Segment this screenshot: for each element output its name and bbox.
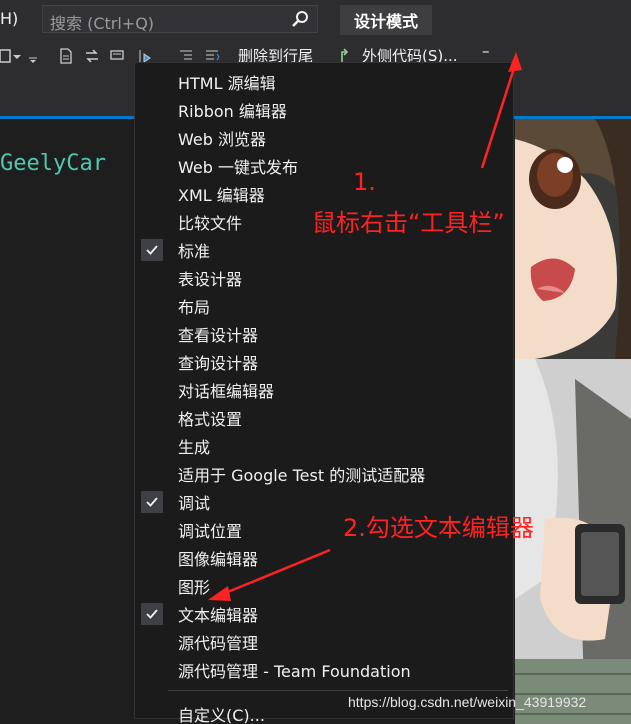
context-menu-item-label: 图像编辑器 xyxy=(178,550,259,569)
context-menu-item[interactable]: 格式设置 xyxy=(135,403,513,431)
context-menu-item-label: 调试 xyxy=(178,494,211,513)
context-menu-item[interactable]: 图形 xyxy=(135,571,513,599)
context-menu-item-label: 标准 xyxy=(178,242,211,261)
checkmark-icon xyxy=(141,239,163,261)
background-illustration xyxy=(515,119,631,724)
context-menu-item[interactable]: 表设计器 xyxy=(135,263,513,291)
annotation-step2-text: 2.勾选文本编辑器 xyxy=(343,514,534,542)
context-menu-item[interactable]: Ribbon 编辑器 xyxy=(135,95,513,123)
comment-icon[interactable] xyxy=(110,48,126,64)
annotation-step1-text: 鼠标右击“工具栏” xyxy=(312,209,505,237)
context-menu-item-label: 布局 xyxy=(178,298,211,317)
context-menu-item[interactable]: 文本编辑器 xyxy=(135,599,513,627)
context-menu-item-label: 文本编辑器 xyxy=(178,606,259,625)
context-menu-item-label: 生成 xyxy=(178,438,211,457)
dropdown-arrow-icon[interactable] xyxy=(12,48,22,64)
design-mode-button[interactable]: 设计模式 xyxy=(340,5,432,35)
menu-help-partial[interactable]: H) xyxy=(0,9,18,28)
context-menu-item[interactable]: 适用于 Google Test 的测试适配器 xyxy=(135,459,513,487)
context-menu-item-label: 图形 xyxy=(178,578,211,597)
context-menu-item[interactable]: 布局 xyxy=(135,291,513,319)
context-menu-item-label: 源代码管理 - Team Foundation xyxy=(178,662,411,681)
context-menu-item-label: 源代码管理 xyxy=(178,634,259,653)
code-line[interactable]: GeelyCar xyxy=(0,151,106,176)
context-menu-item-label: 查询设计器 xyxy=(178,354,259,373)
context-menu-separator xyxy=(168,690,508,691)
context-menu-item-label: HTML 源编辑 xyxy=(178,74,276,93)
context-menu-item[interactable]: Web 浏览器 xyxy=(135,123,513,151)
context-menu-item-label: XML 编辑器 xyxy=(178,186,265,205)
context-menu-item[interactable]: 查询设计器 xyxy=(135,347,513,375)
context-menu-item-label: 比较文件 xyxy=(178,214,243,233)
context-menu-item[interactable]: Web 一键式发布 xyxy=(135,151,513,179)
context-menu-item-label: 对话框编辑器 xyxy=(178,382,275,401)
search-icon[interactable] xyxy=(291,10,309,28)
new-file-icon[interactable] xyxy=(58,48,74,64)
title-bar: H) 搜索 (Ctrl+Q) 设计模式 xyxy=(0,0,631,40)
customize-label: 自定义(C)... xyxy=(178,706,265,724)
context-menu-item[interactable]: 源代码管理 - Team Foundation xyxy=(135,655,513,683)
context-menu-item-label: 调试位置 xyxy=(178,522,243,541)
search-input[interactable]: 搜索 (Ctrl+Q) xyxy=(50,10,154,34)
watermark: https://blog.csdn.net/weixin_43919932 xyxy=(348,694,587,710)
annotation-step1-number: 1. xyxy=(353,168,376,196)
context-menu-item-label: Ribbon 编辑器 xyxy=(178,102,287,121)
context-menu-item[interactable]: 生成 xyxy=(135,431,513,459)
search-box[interactable]: 搜索 (Ctrl+Q) xyxy=(42,5,318,33)
checkmark-icon xyxy=(141,491,163,513)
context-menu-item-label: 适用于 Google Test 的测试适配器 xyxy=(178,466,426,485)
context-menu-item-label: 查看设计器 xyxy=(178,326,259,345)
context-menu-item[interactable]: 对话框编辑器 xyxy=(135,375,513,403)
context-menu-item[interactable]: 源代码管理 xyxy=(135,627,513,655)
context-menu-item-label: Web 浏览器 xyxy=(178,130,266,149)
context-menu-item[interactable]: 标准 xyxy=(135,235,513,263)
context-menu-item-label: 格式设置 xyxy=(178,410,243,429)
swap-icon[interactable] xyxy=(84,48,100,64)
context-menu-item-label: 表设计器 xyxy=(178,270,243,289)
context-menu-item-label: Web 一键式发布 xyxy=(178,158,298,177)
context-menu-item[interactable]: HTML 源编辑 xyxy=(135,67,513,95)
checkmark-icon xyxy=(141,603,163,625)
context-menu-item[interactable]: 图像编辑器 xyxy=(135,543,513,571)
toolbar-overflow[interactable]: – xyxy=(482,42,490,60)
toolbar-context-menu: HTML 源编辑 Ribbon 编辑器 Web 浏览器 Web 一键式发布 XML 编辑… xyxy=(134,62,514,724)
context-menu-item[interactable]: 查看设计器 xyxy=(135,319,513,347)
toolbar-overflow-icon[interactable] xyxy=(28,48,38,64)
